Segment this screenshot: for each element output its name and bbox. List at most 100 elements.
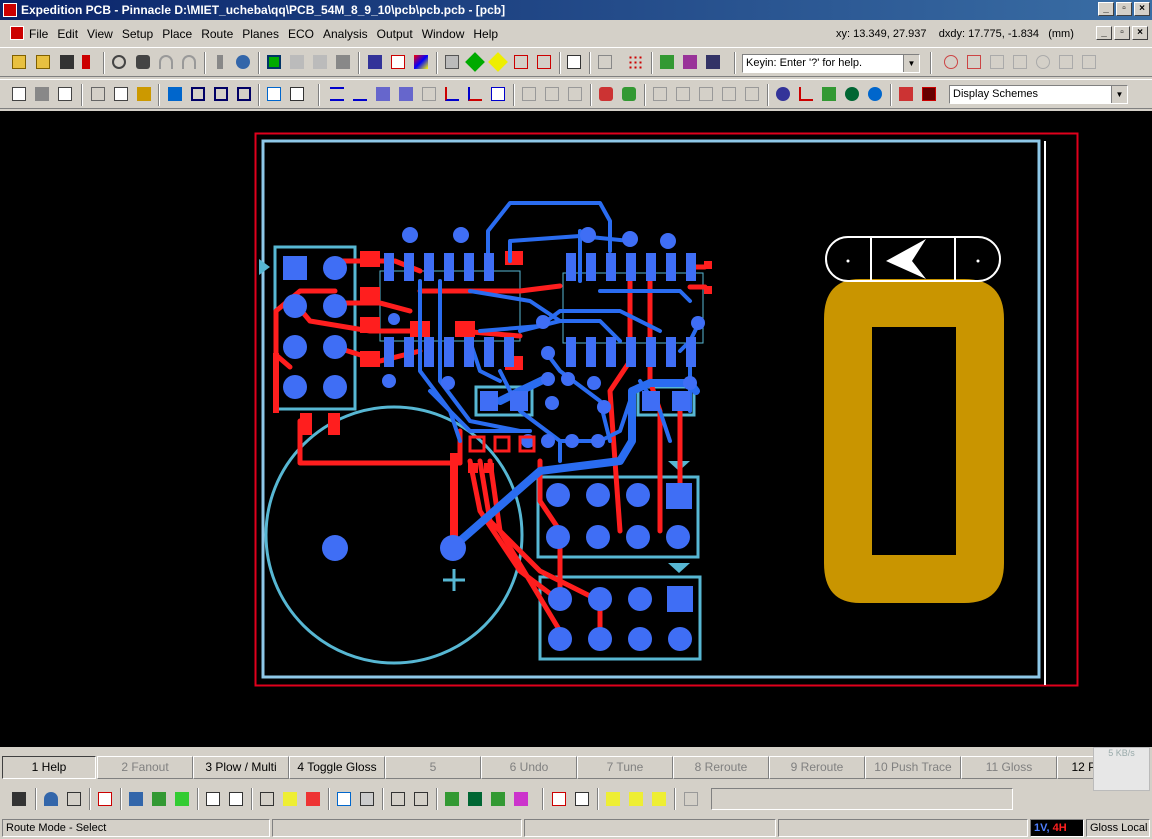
target-icon[interactable]: [1034, 53, 1052, 71]
paste-icon[interactable]: [135, 85, 153, 103]
cube-icon[interactable]: [173, 790, 191, 808]
fkey-11[interactable]: 11 Gloss: [961, 756, 1057, 779]
probe-route-icon[interactable]: [443, 790, 461, 808]
spread-icon[interactable]: [543, 85, 561, 103]
colorize-icon[interactable]: [512, 790, 530, 808]
menu-file[interactable]: File: [29, 27, 48, 41]
route-mode-icon[interactable]: [389, 53, 407, 71]
select-cursor-icon[interactable]: [389, 790, 407, 808]
netlines-green-icon[interactable]: [620, 85, 638, 103]
exchange-icon[interactable]: [1080, 53, 1098, 71]
menu-output[interactable]: Output: [377, 27, 413, 41]
chart-icon[interactable]: [96, 790, 114, 808]
menu-window[interactable]: Window: [422, 27, 465, 41]
menu-view[interactable]: View: [87, 27, 113, 41]
component-icon[interactable]: [234, 53, 252, 71]
matrix-icon[interactable]: [681, 53, 699, 71]
menu-place[interactable]: Place: [162, 27, 192, 41]
zoom-icon[interactable]: [335, 790, 353, 808]
cut-icon[interactable]: [89, 85, 107, 103]
u12-icon[interactable]: [204, 790, 222, 808]
open-folder-button[interactable]: [34, 53, 52, 71]
cross-icon[interactable]: [65, 790, 83, 808]
matrix-green-icon[interactable]: [489, 790, 507, 808]
pin-icon[interactable]: [866, 85, 884, 103]
print-icon[interactable]: [33, 85, 51, 103]
measure-icon[interactable]: [573, 790, 591, 808]
plot-icon[interactable]: [288, 85, 306, 103]
keyin-input[interactable]: Keyin: Enter '?' for help. ▼: [742, 54, 920, 73]
terminal-icon[interactable]: [682, 790, 700, 808]
via-icon[interactable]: [820, 85, 838, 103]
gate-swap-icon[interactable]: [650, 790, 668, 808]
pin-swap-icon[interactable]: [627, 790, 645, 808]
close-button[interactable]: ×: [1134, 2, 1150, 16]
undo-icon[interactable]: [157, 53, 175, 71]
unlock-trace-icon[interactable]: [743, 85, 761, 103]
save-layout-icon[interactable]: [10, 790, 28, 808]
pointer-icon[interactable]: [358, 790, 376, 808]
drc-green-icon[interactable]: [465, 52, 485, 72]
auto-route-icon[interactable]: [489, 85, 507, 103]
add-cursor-icon[interactable]: [412, 790, 430, 808]
length-icon[interactable]: [550, 790, 568, 808]
menu-help[interactable]: Help: [473, 27, 498, 41]
highlight-icon[interactable]: [843, 85, 861, 103]
probe-icon[interactable]: [211, 53, 229, 71]
app-icon[interactable]: [3, 3, 17, 17]
cae-cad-icon[interactable]: [265, 85, 283, 103]
fkey-3[interactable]: 3 Plow / Multi: [193, 756, 289, 779]
cae-back-icon[interactable]: [304, 790, 322, 808]
tile-h-icon[interactable]: [212, 85, 230, 103]
delete-icon[interactable]: [596, 53, 614, 71]
fkey-9[interactable]: 9 Reroute: [769, 756, 865, 779]
ncd-icon[interactable]: [227, 790, 245, 808]
command-line-input[interactable]: [711, 788, 1013, 810]
fkey-1[interactable]: 1 Help: [2, 756, 96, 779]
scheme-icon[interactable]: [920, 85, 938, 103]
hook-icon[interactable]: [797, 85, 815, 103]
gloss-icon[interactable]: [566, 85, 584, 103]
cascade-icon[interactable]: [189, 85, 207, 103]
cae-icon[interactable]: [281, 790, 299, 808]
drc-icon[interactable]: [512, 53, 530, 71]
grid-icon[interactable]: [626, 53, 644, 71]
fix-icon[interactable]: [651, 85, 669, 103]
plow-icon[interactable]: [351, 85, 369, 103]
chevron-down-icon[interactable]: ▼: [1111, 86, 1127, 103]
new-icon[interactable]: [10, 85, 28, 103]
document-icon[interactable]: [10, 26, 24, 40]
select-icon[interactable]: [258, 790, 276, 808]
redo-icon[interactable]: [180, 53, 198, 71]
pcb-canvas[interactable]: [0, 111, 1152, 747]
cancel-icon[interactable]: [965, 53, 983, 71]
layers-icon[interactable]: [334, 53, 352, 71]
doc-close-button[interactable]: ×: [1132, 26, 1148, 40]
fkey-6[interactable]: 6 Undo: [481, 756, 577, 779]
align-icon[interactable]: [166, 85, 184, 103]
menu-route[interactable]: Route: [201, 27, 233, 41]
pcb-layout[interactable]: [0, 111, 1152, 747]
unfix-trace-icon[interactable]: [697, 85, 715, 103]
edit-icon[interactable]: [127, 790, 145, 808]
menu-eco[interactable]: ECO: [288, 27, 314, 41]
menu-setup[interactable]: Setup: [122, 27, 153, 41]
board-icon[interactable]: [265, 53, 283, 71]
copy-icon[interactable]: [565, 53, 583, 71]
lock-icon[interactable]: [720, 85, 738, 103]
fanout-icon[interactable]: [520, 85, 538, 103]
verify-icon[interactable]: [466, 790, 484, 808]
diff-icon[interactable]: [535, 53, 553, 71]
corner-icon[interactable]: [443, 85, 461, 103]
save-button[interactable]: [58, 53, 76, 71]
minimize-button[interactable]: _: [1098, 2, 1114, 16]
next-icon[interactable]: [311, 53, 329, 71]
clear-icon[interactable]: [942, 53, 960, 71]
pencil-icon[interactable]: [150, 790, 168, 808]
maximize-button[interactable]: ▫: [1116, 2, 1132, 16]
color-icon[interactable]: [412, 53, 430, 71]
open-button[interactable]: [10, 53, 28, 71]
graph-icon[interactable]: [658, 53, 676, 71]
fkey-7[interactable]: 7 Tune: [577, 756, 673, 779]
fkey-8[interactable]: 8 Reroute: [673, 756, 769, 779]
